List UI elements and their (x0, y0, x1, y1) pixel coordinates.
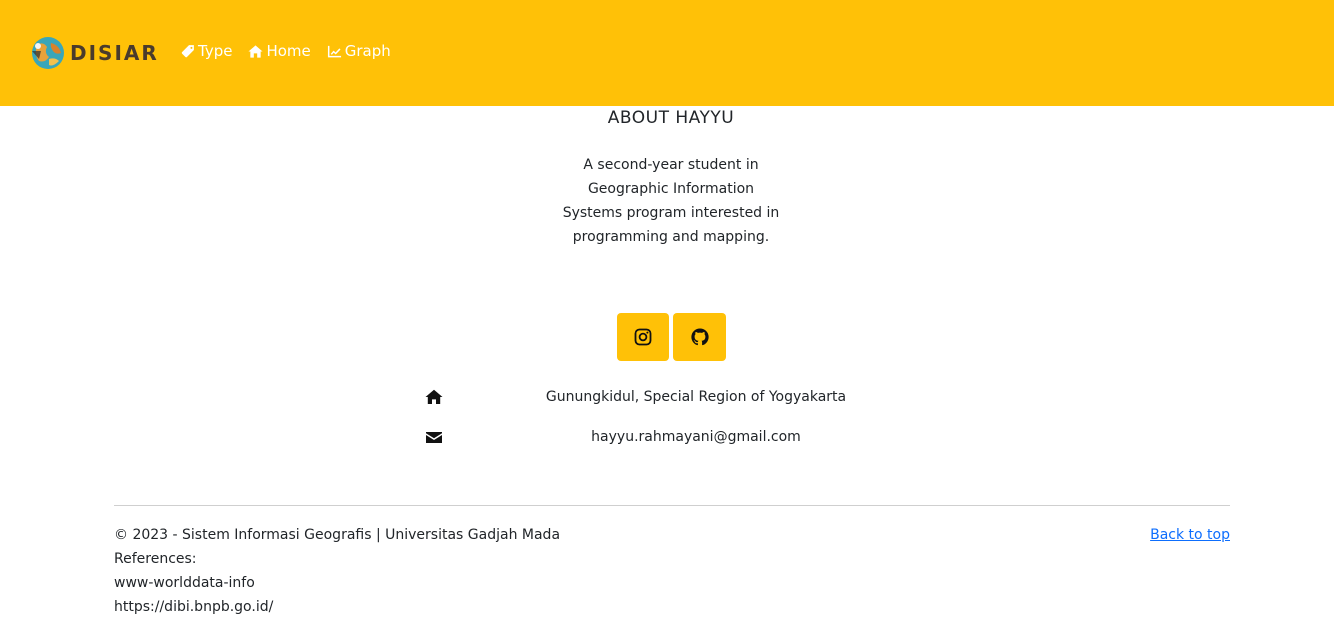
instagram-icon (634, 328, 652, 346)
nav-link-graph-label: Graph (344, 42, 391, 60)
footer-info: © 2023 - Sistem Informasi Geografis | Un… (114, 523, 560, 619)
nav-link-home[interactable]: Home (248, 42, 311, 60)
about-title: ABOUT HAYYU (607, 108, 735, 128)
navbar: DISIAR Type Home Graph (0, 0, 1334, 106)
back-to-top-link[interactable]: Back to top (1150, 523, 1230, 547)
reference-item: www-worlddata-info (114, 575, 255, 591)
address-row: Gunungkidul, Special Region of Yogyakart… (425, 386, 967, 408)
reference-item: https://dibi.bnpb.go.id/ (114, 599, 274, 615)
address-text: Gunungkidul, Special Region of Yogyakart… (545, 389, 847, 405)
nav-link-home-label: Home (266, 42, 311, 60)
footer-divider (114, 505, 1230, 506)
nav-link-type-label: Type (198, 42, 233, 60)
github-button[interactable] (673, 313, 726, 361)
references-label: References: (114, 551, 197, 567)
nav-link-graph[interactable]: Graph (327, 42, 391, 60)
nav-links: Type Home Graph (180, 42, 407, 60)
email-text: hayyu.rahmayani@gmail.com (591, 429, 801, 445)
github-icon (690, 328, 709, 346)
copyright-text: © 2023 - Sistem Informasi Geografis | Un… (114, 527, 561, 543)
home-icon (248, 44, 263, 58)
chart-line-icon (327, 45, 341, 57)
email-row: hayyu.rahmayani@gmail.com (425, 426, 967, 448)
brand-link[interactable]: DISIAR (29, 35, 159, 71)
about-description: A second-year student in Geographic Info… (562, 157, 780, 245)
nav-link-type[interactable]: Type (180, 42, 232, 60)
globe-logo-icon (32, 37, 64, 69)
brand-name: DISIAR (70, 41, 159, 65)
tag-icon (181, 44, 194, 57)
instagram-button[interactable] (617, 313, 669, 361)
